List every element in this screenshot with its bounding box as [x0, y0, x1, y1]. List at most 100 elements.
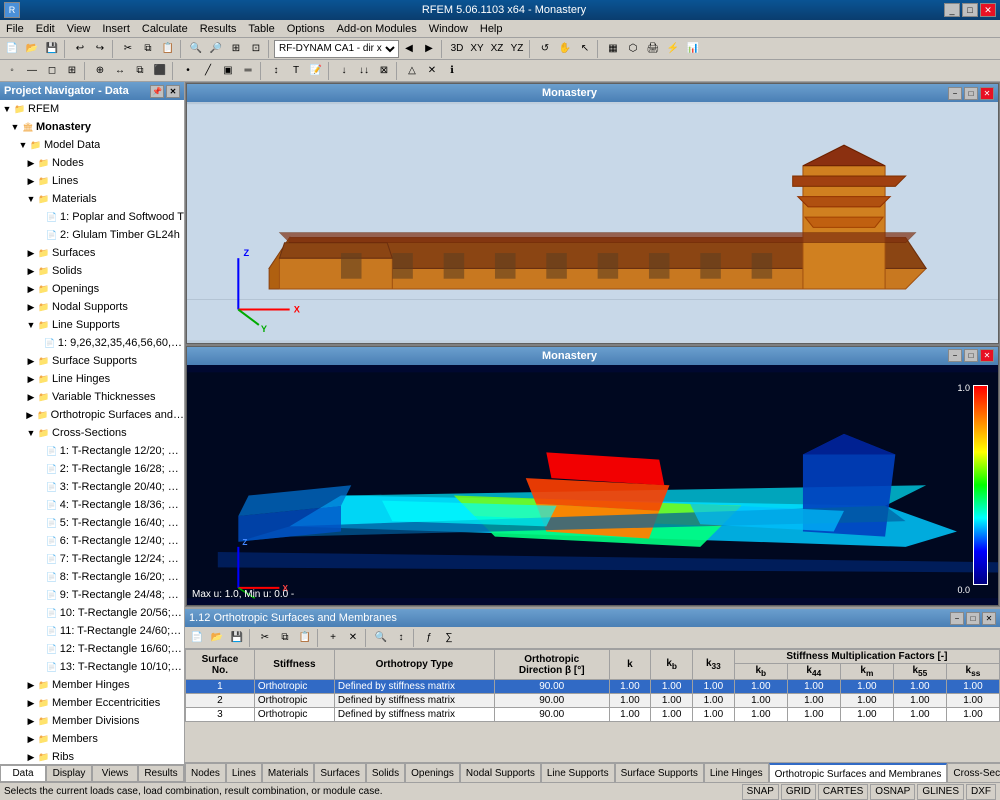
- tab-line-supports[interactable]: Line Supports: [541, 763, 615, 782]
- tb-xz[interactable]: XZ: [487, 39, 507, 59]
- dt-sort[interactable]: ↕: [391, 628, 411, 648]
- tree-lines[interactable]: ▶ 📁 Lines: [0, 172, 184, 190]
- panel-tab-data[interactable]: Data: [0, 765, 46, 782]
- tab-cross-sections[interactable]: Cross-Sections: [947, 763, 1000, 782]
- tb-next[interactable]: ▶: [419, 39, 439, 59]
- tree-ribs[interactable]: ▶ 📁 Ribs: [0, 748, 184, 764]
- status-osnap[interactable]: OSNAP: [870, 784, 915, 800]
- dt-add[interactable]: +: [323, 628, 343, 648]
- data-table-container[interactable]: SurfaceNo. Stiffness Orthotropy Type Ort…: [185, 649, 1000, 764]
- tb2-annotation[interactable]: 📝: [306, 61, 326, 81]
- expand-surface-supports-icon[interactable]: ▶: [26, 353, 36, 369]
- tb-pan[interactable]: ✋: [555, 39, 575, 59]
- expand-line-supports-icon[interactable]: ▼: [26, 317, 36, 333]
- expand-solids-icon[interactable]: ▶: [26, 263, 36, 279]
- tree-cs-13[interactable]: 📄13: T-Rectangle 10/10; Gl: [0, 658, 184, 676]
- tb2-properties[interactable]: ℹ: [442, 61, 462, 81]
- tree-line-hinges[interactable]: ▶ 📁 Line Hinges: [0, 370, 184, 388]
- data-collapse-btn[interactable]: −: [950, 612, 964, 625]
- tree-ortho[interactable]: ▶ 📁 Orthotropic Surfaces and Me: [0, 406, 184, 424]
- tb-print[interactable]: 🖨: [643, 39, 663, 59]
- tree-cs-2[interactable]: 📄2: T-Rectangle 16/28; Glu: [0, 460, 184, 478]
- status-grid[interactable]: GRID: [781, 784, 816, 800]
- vp-top-min[interactable]: −: [948, 87, 962, 100]
- menu-results[interactable]: Results: [194, 20, 243, 38]
- tb2-coord[interactable]: ⊕: [90, 61, 110, 81]
- expand-nodes-icon[interactable]: ▶: [26, 155, 36, 171]
- tb2-support[interactable]: △: [402, 61, 422, 81]
- tb-zoom-out[interactable]: 🔎: [206, 39, 226, 59]
- tree-surfaces[interactable]: ▶ 📁 Surfaces: [0, 244, 184, 262]
- table-row[interactable]: 1 Orthotropic Defined by stiffness matri…: [186, 680, 1000, 694]
- panel-tab-views[interactable]: Views: [92, 765, 138, 782]
- panel-tab-display[interactable]: Display: [46, 765, 92, 782]
- tree-cs-4[interactable]: 📄4: T-Rectangle 18/36; Glu: [0, 496, 184, 514]
- tb-new[interactable]: 📄: [2, 39, 22, 59]
- tree-mat-1[interactable]: 📄 1: Poplar and Softwood T: [0, 208, 184, 226]
- tb2-load-node[interactable]: ↓: [334, 61, 354, 81]
- menu-window[interactable]: Window: [423, 20, 474, 38]
- tree-var-thick[interactable]: ▶ 📁 Variable Thicknesses: [0, 388, 184, 406]
- expand-mdiv-icon[interactable]: ▶: [26, 713, 36, 729]
- expand-mhinges-icon[interactable]: ▶: [26, 677, 36, 693]
- tb-prev[interactable]: ◀: [399, 39, 419, 59]
- expand-varthick-icon[interactable]: ▶: [26, 389, 36, 405]
- expand-openings-icon[interactable]: ▶: [26, 281, 36, 297]
- tab-surfaces[interactable]: Surfaces: [314, 763, 365, 782]
- menu-help[interactable]: Help: [474, 20, 509, 38]
- tb-zoom-window[interactable]: ⊡: [246, 39, 266, 59]
- menu-addon[interactable]: Add-on Modules: [331, 20, 423, 38]
- expand-mecc-icon[interactable]: ▶: [26, 695, 36, 711]
- tab-surface-supports[interactable]: Surface Supports: [615, 763, 704, 782]
- expand-members-icon[interactable]: ▶: [26, 731, 36, 747]
- tree-cs-5[interactable]: 📄5: T-Rectangle 16/40; Glu: [0, 514, 184, 532]
- expand-modeldata-icon[interactable]: ▼: [18, 137, 28, 153]
- tb2-copy2[interactable]: ⧉: [130, 61, 150, 81]
- vp-bottom-min[interactable]: −: [948, 349, 962, 362]
- expand-ortho-icon[interactable]: ▶: [25, 407, 35, 423]
- tb2-dimension[interactable]: ↕: [266, 61, 286, 81]
- expand-ribs-icon[interactable]: ▶: [26, 749, 36, 764]
- load-case-dropdown[interactable]: RF-DYNAM CA1 - dir x: [274, 40, 399, 58]
- tree-cs-9[interactable]: 📄9: T-Rectangle 24/48; Glu: [0, 586, 184, 604]
- tb2-mirror[interactable]: ⬛: [150, 61, 170, 81]
- expand-line-hinges-icon[interactable]: ▶: [26, 371, 36, 387]
- tree-materials[interactable]: ▼ 📁 Materials: [0, 190, 184, 208]
- tree-cs-10[interactable]: 📄10: T-Rectangle 20/56; Gl: [0, 604, 184, 622]
- tree-root-rfem[interactable]: ▼ 📁 RFEM: [0, 100, 184, 118]
- tree-nodes[interactable]: ▶ 📁 Nodes: [0, 154, 184, 172]
- tree-cross-sections[interactable]: ▼ 📁 Cross-Sections: [0, 424, 184, 442]
- vp-bottom-max[interactable]: □: [964, 349, 978, 362]
- expand-materials-icon[interactable]: ▼: [26, 191, 36, 207]
- viewport-top[interactable]: Monastery − □ ✕: [186, 83, 999, 344]
- menu-insert[interactable]: Insert: [96, 20, 136, 38]
- tree-cs-7[interactable]: 📄7: T-Rectangle 12/24; Glu: [0, 550, 184, 568]
- tree-mat-2[interactable]: 📄 2: Glulam Timber GL24h: [0, 226, 184, 244]
- dt-open[interactable]: 📂: [207, 628, 227, 648]
- tree-cs-3[interactable]: 📄3: T-Rectangle 20/40; Glu: [0, 478, 184, 496]
- tree-cs-8[interactable]: 📄8: T-Rectangle 16/20; Glu: [0, 568, 184, 586]
- tb2-node[interactable]: •: [178, 61, 198, 81]
- tab-openings[interactable]: Openings: [405, 763, 460, 782]
- tb-xy[interactable]: XY: [467, 39, 487, 59]
- tb-open[interactable]: 📂: [22, 39, 42, 59]
- tab-lines[interactable]: Lines: [226, 763, 262, 782]
- dt-save[interactable]: 💾: [227, 628, 247, 648]
- menu-options[interactable]: Options: [281, 20, 331, 38]
- tb-zoom-all[interactable]: ⊞: [226, 39, 246, 59]
- tree-cs-11[interactable]: 📄11: T-Rectangle 24/60; Gl: [0, 622, 184, 640]
- tb-undo[interactable]: ↩: [70, 39, 90, 59]
- menu-calculate[interactable]: Calculate: [136, 20, 194, 38]
- tree-cs-6[interactable]: 📄6: T-Rectangle 12/40; Glu: [0, 532, 184, 550]
- panel-tab-results[interactable]: Results: [138, 765, 184, 782]
- tab-ortho-surfaces[interactable]: Orthotropic Surfaces and Membranes: [769, 763, 948, 782]
- table-row[interactable]: 3 Orthotropic Defined by stiffness matri…: [186, 708, 1000, 722]
- expand-monastery-icon[interactable]: ▼: [10, 119, 20, 135]
- dt-paste[interactable]: 📋: [295, 628, 315, 648]
- minimize-button[interactable]: _: [944, 3, 960, 17]
- status-cartes[interactable]: CARTES: [818, 784, 868, 800]
- expand-surfaces-icon[interactable]: ▶: [26, 245, 36, 261]
- tb-3d[interactable]: 3D: [447, 39, 467, 59]
- tab-nodal-supports[interactable]: Nodal Supports: [460, 763, 541, 782]
- data-dock-btn[interactable]: ✕: [982, 612, 996, 625]
